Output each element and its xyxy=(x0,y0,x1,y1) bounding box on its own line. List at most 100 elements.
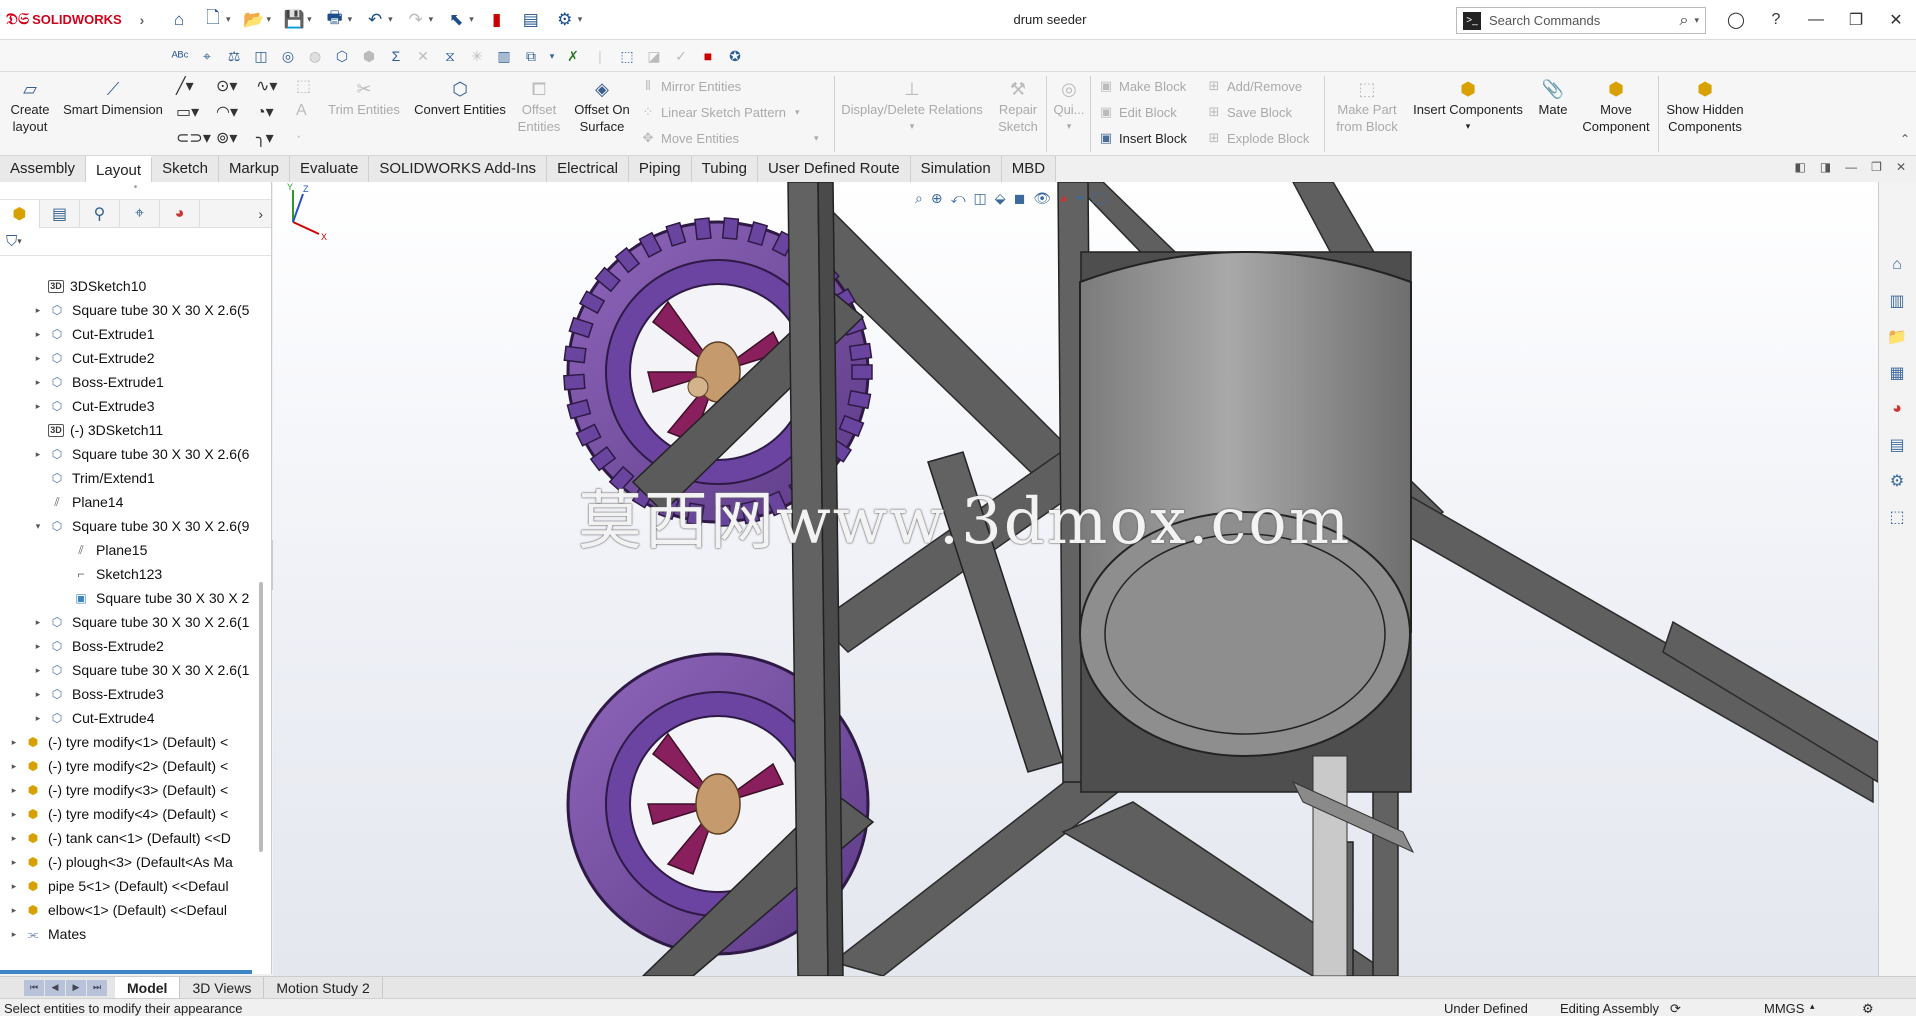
previous-view-icon[interactable]: ⤺ xyxy=(951,190,966,207)
expand-toggle-icon[interactable]: ▸ xyxy=(8,929,20,940)
tree-node[interactable]: ▸ ⬡ Cut-Extrude2 xyxy=(0,346,258,370)
status-units[interactable]: MMGS xyxy=(1764,1001,1804,1016)
solidworks-logo[interactable]: 𝔇𝔖 SOLIDWORKS › xyxy=(0,11,150,29)
tab-piping[interactable]: Piping xyxy=(628,156,692,182)
create-layout-button[interactable]: ▱ Create layout xyxy=(6,78,54,135)
rebuild-traffic-light-icon[interactable]: ▮ xyxy=(482,6,512,34)
text-icon[interactable]: A xyxy=(296,102,307,120)
tree-node[interactable]: 3D 3DSketch10 xyxy=(0,274,258,298)
pattern-dropdown-icon[interactable]: ▾ xyxy=(795,107,800,118)
viewport-maximize-icon[interactable]: ❐ xyxy=(1871,160,1882,174)
print-icon[interactable]: 🖶 xyxy=(320,6,350,34)
new-dropdown-icon[interactable]: ▾ xyxy=(226,14,231,25)
tree-node[interactable]: 3D (-) 3DSketch11 xyxy=(0,418,258,442)
user-account-icon[interactable]: ◯ xyxy=(1716,0,1756,40)
viewport-split-icon[interactable]: ◨ xyxy=(1820,160,1831,174)
interference-icon[interactable]: ◍ xyxy=(303,44,327,68)
save-block-button[interactable]: ⊞ Save Block xyxy=(1206,104,1293,120)
edit-block-button[interactable]: ▣ Edit Block xyxy=(1098,104,1177,120)
assembly-visualization-icon[interactable]: ▥ xyxy=(492,44,516,68)
expand-toggle-icon[interactable]: ▸ xyxy=(32,305,44,316)
tree-node[interactable]: ⌐ Sketch123 xyxy=(0,562,258,586)
add-remove-button[interactable]: ⊞ Add/Remove xyxy=(1206,78,1303,94)
tab-sketch[interactable]: Sketch xyxy=(152,156,219,182)
configuration-manager-tab-icon[interactable]: ⚲ xyxy=(80,199,120,228)
save-icon[interactable]: 💾 xyxy=(279,6,309,34)
sensor-icon[interactable]: ✳ xyxy=(465,44,489,68)
display-delete-relations-button[interactable]: ⊥ Display/Delete Relations ▾ xyxy=(838,78,986,135)
mass-properties-icon[interactable]: ⚖ xyxy=(222,44,246,68)
sigma-equations-icon[interactable]: Σ xyxy=(384,44,408,68)
expand-toggle-icon[interactable]: ▸ xyxy=(8,857,20,868)
menu-expand-icon[interactable]: › xyxy=(140,12,145,28)
help-icon[interactable]: ? xyxy=(1756,0,1796,40)
home-icon[interactable]: ⌂ xyxy=(164,6,194,34)
insert-block-button[interactable]: ▣ Insert Block xyxy=(1098,130,1187,146)
expand-toggle-icon[interactable]: ▸ xyxy=(8,881,20,892)
open-folder-icon[interactable]: 📂 xyxy=(239,6,269,34)
check-icon[interactable]: ◎ xyxy=(276,44,300,68)
file-properties-icon[interactable]: ▤ xyxy=(516,6,546,34)
tree-node[interactable]: ▾ ⬡ Square tube 30 X 30 X 2.6(9 xyxy=(0,514,258,538)
first-tab-icon[interactable]: ⏮ xyxy=(24,979,44,996)
tab-tubing[interactable]: Tubing xyxy=(691,156,758,182)
undo-icon[interactable]: ↶ xyxy=(360,6,390,34)
move-entities-button[interactable]: ✥ Move Entities ▾ xyxy=(640,130,819,146)
linear-sketch-pattern-button[interactable]: ⁘ Linear Sketch Pattern ▾ xyxy=(640,104,800,120)
next-tab-icon[interactable]: ▶ xyxy=(66,979,86,996)
checkmark-icon[interactable]: ✓ xyxy=(669,44,693,68)
zoom-to-fit-icon[interactable]: ⌕ xyxy=(915,190,923,207)
expand-toggle-icon[interactable]: ▸ xyxy=(8,785,20,796)
tree-node[interactable]: ▸ ⬡ Square tube 30 X 30 X 2.6(1 xyxy=(0,610,258,634)
expand-toggle-icon[interactable]: ▸ xyxy=(32,665,44,676)
close-icon[interactable]: ✕ xyxy=(1876,0,1916,40)
measure-icon[interactable]: ⌖ xyxy=(195,44,219,68)
tree-node[interactable]: ▸ ⬡ Cut-Extrude3 xyxy=(0,394,258,418)
mate-button[interactable]: 📎 Mate xyxy=(1530,78,1576,118)
feature-manager-tab-icon[interactable]: ⬢ xyxy=(0,199,40,228)
viewport-restore-icon[interactable]: ◧ xyxy=(1794,160,1805,174)
offset-entities-button[interactable]: ⧠ Offset Entities xyxy=(512,78,566,135)
expand-toggle-icon[interactable]: ▸ xyxy=(32,353,44,364)
tree-node[interactable]: ▸ ⬡ Square tube 30 X 30 X 2.6(1 xyxy=(0,658,258,682)
insert-components-button[interactable]: ⬢ Insert Components ▾ xyxy=(1406,78,1530,135)
tree-node[interactable]: ▸ ⬡ Boss-Extrude3 xyxy=(0,682,258,706)
tab-markup[interactable]: Markup xyxy=(218,156,290,182)
tree-scrollbar[interactable] xyxy=(259,582,263,852)
show-hidden-components-button[interactable]: ⬢ Show Hidden Components xyxy=(1660,78,1750,135)
trim-entities-button[interactable]: ✂ Trim Entities xyxy=(322,78,406,118)
graphics-area[interactable]: ⌕ ⊕ ⤺ ◫ ⬙ ◼ 👁 ◕ ◓ 🖵 莫西网www.3dmox.com Y Z… xyxy=(273,182,1878,976)
undo-dropdown-icon[interactable]: ▾ xyxy=(388,14,393,25)
new-document-icon[interactable]: 🗋 xyxy=(198,6,228,34)
expand-toggle-icon[interactable]: ▸ xyxy=(8,761,20,772)
tree-filter[interactable]: ⛉ ▾ xyxy=(0,228,271,256)
appearances-icon[interactable]: ◕ xyxy=(1879,394,1915,424)
tab-simulation[interactable]: Simulation xyxy=(910,156,1002,182)
mirror-entities-button[interactable]: ⫴ Mirror Entities xyxy=(640,78,741,94)
explode-block-button[interactable]: ⊞ Explode Block xyxy=(1206,130,1310,146)
spline-icon[interactable]: ∿▾ xyxy=(256,76,277,96)
options-gear-icon[interactable]: ⚙ xyxy=(550,6,580,34)
statistics-icon[interactable]: ✕ xyxy=(411,44,435,68)
restore-icon[interactable]: ❐ xyxy=(1836,0,1876,40)
search-icon[interactable]: ⌕ xyxy=(1680,12,1689,30)
tree-node[interactable]: ▸ ⬡ Square tube 30 X 30 X 2.6(6 xyxy=(0,442,258,466)
appearance-icon[interactable]: ■ xyxy=(696,44,720,68)
search-dropdown-icon[interactable]: ▾ xyxy=(1694,15,1699,26)
convert-entities-button[interactable]: ⬡ Convert Entities xyxy=(408,78,512,118)
tree-rollback-bar[interactable] xyxy=(0,970,252,974)
hide-show-items-icon[interactable]: 👁 xyxy=(1033,190,1051,207)
prev-tab-icon[interactable]: ◀ xyxy=(45,979,65,996)
section-properties-icon[interactable]: ◫ xyxy=(249,44,273,68)
dimxpert-tab-icon[interactable]: ⌖ xyxy=(120,199,160,228)
make-block-button[interactable]: ▣ Make Block xyxy=(1098,78,1186,94)
expand-toggle-icon[interactable]: ▸ xyxy=(8,905,20,916)
tree-node[interactable]: ▸ ⬡ Cut-Extrude1 xyxy=(0,322,258,346)
display-manager-tab-icon[interactable]: ◕ xyxy=(160,199,200,228)
expand-toggle-icon[interactable]: ▸ xyxy=(8,737,20,748)
expand-toggle-icon[interactable]: ▸ xyxy=(8,833,20,844)
tree-node[interactable]: ▸ ⬡ Cut-Extrude4 xyxy=(0,706,258,730)
rectangle-icon[interactable]: ▭▾ xyxy=(176,102,199,122)
tab-mbd[interactable]: MBD xyxy=(1001,156,1057,182)
bottom-tab-motion-study-2[interactable]: Motion Study 2 xyxy=(264,976,383,999)
